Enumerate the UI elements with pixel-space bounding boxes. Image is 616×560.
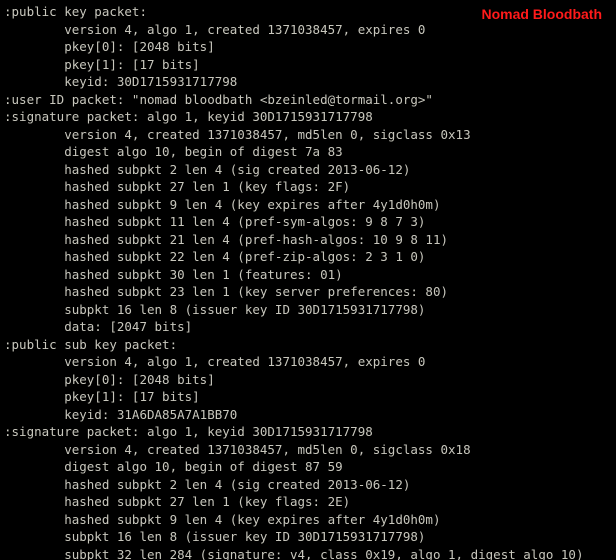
terminal-line: hashed subpkt 2 len 4 (sig created 2013-… bbox=[4, 476, 616, 494]
terminal-line: hashed subpkt 9 len 4 (key expires after… bbox=[4, 511, 616, 529]
terminal-line: digest algo 10, begin of digest 7a 83 bbox=[4, 143, 616, 161]
terminal-line: :public sub key packet: bbox=[4, 336, 616, 354]
terminal-line: hashed subpkt 2 len 4 (sig created 2013-… bbox=[4, 161, 616, 179]
terminal-line: hashed subpkt 22 len 4 (pref-zip-algos: … bbox=[4, 248, 616, 266]
terminal-line: subpkt 16 len 8 (issuer key ID 30D171593… bbox=[4, 528, 616, 546]
terminal-line: pkey[1]: [17 bits] bbox=[4, 388, 616, 406]
terminal-line: hashed subpkt 11 len 4 (pref-sym-algos: … bbox=[4, 213, 616, 231]
terminal-line: version 4, algo 1, created 1371038457, e… bbox=[4, 353, 616, 371]
terminal-line: version 4, created 1371038457, md5len 0,… bbox=[4, 126, 616, 144]
terminal-line: hashed subpkt 27 len 1 (key flags: 2E) bbox=[4, 493, 616, 511]
terminal-line: hashed subpkt 9 len 4 (key expires after… bbox=[4, 196, 616, 214]
terminal-line: digest algo 10, begin of digest 87 59 bbox=[4, 458, 616, 476]
terminal-line: pkey[1]: [17 bits] bbox=[4, 56, 616, 74]
terminal-line: keyid: 30D1715931717798 bbox=[4, 73, 616, 91]
terminal-line: keyid: 31A6DA85A7A1BB70 bbox=[4, 406, 616, 424]
terminal-line: hashed subpkt 30 len 1 (features: 01) bbox=[4, 266, 616, 284]
terminal-line: data: [2047 bits] bbox=[4, 318, 616, 336]
terminal-line: pkey[0]: [2048 bits] bbox=[4, 371, 616, 389]
terminal-line: :signature packet: algo 1, keyid 30D1715… bbox=[4, 108, 616, 126]
terminal-line: hashed subpkt 27 len 1 (key flags: 2F) bbox=[4, 178, 616, 196]
terminal-line: :signature packet: algo 1, keyid 30D1715… bbox=[4, 423, 616, 441]
terminal-line: :user ID packet: "nomad bloodbath <bzein… bbox=[4, 91, 616, 109]
terminal-line: hashed subpkt 23 len 1 (key server prefe… bbox=[4, 283, 616, 301]
terminal-line: pkey[0]: [2048 bits] bbox=[4, 38, 616, 56]
terminal-line: hashed subpkt 21 len 4 (pref-hash-algos:… bbox=[4, 231, 616, 249]
terminal-line: subpkt 16 len 8 (issuer key ID 30D171593… bbox=[4, 301, 616, 319]
terminal-output: :public key packet: version 4, algo 1, c… bbox=[0, 0, 616, 560]
terminal-line: version 4, created 1371038457, md5len 0,… bbox=[4, 441, 616, 459]
title-badge: Nomad Bloodbath bbox=[481, 6, 602, 24]
terminal-line: subpkt 32 len 284 (signature: v4, class … bbox=[4, 546, 616, 560]
